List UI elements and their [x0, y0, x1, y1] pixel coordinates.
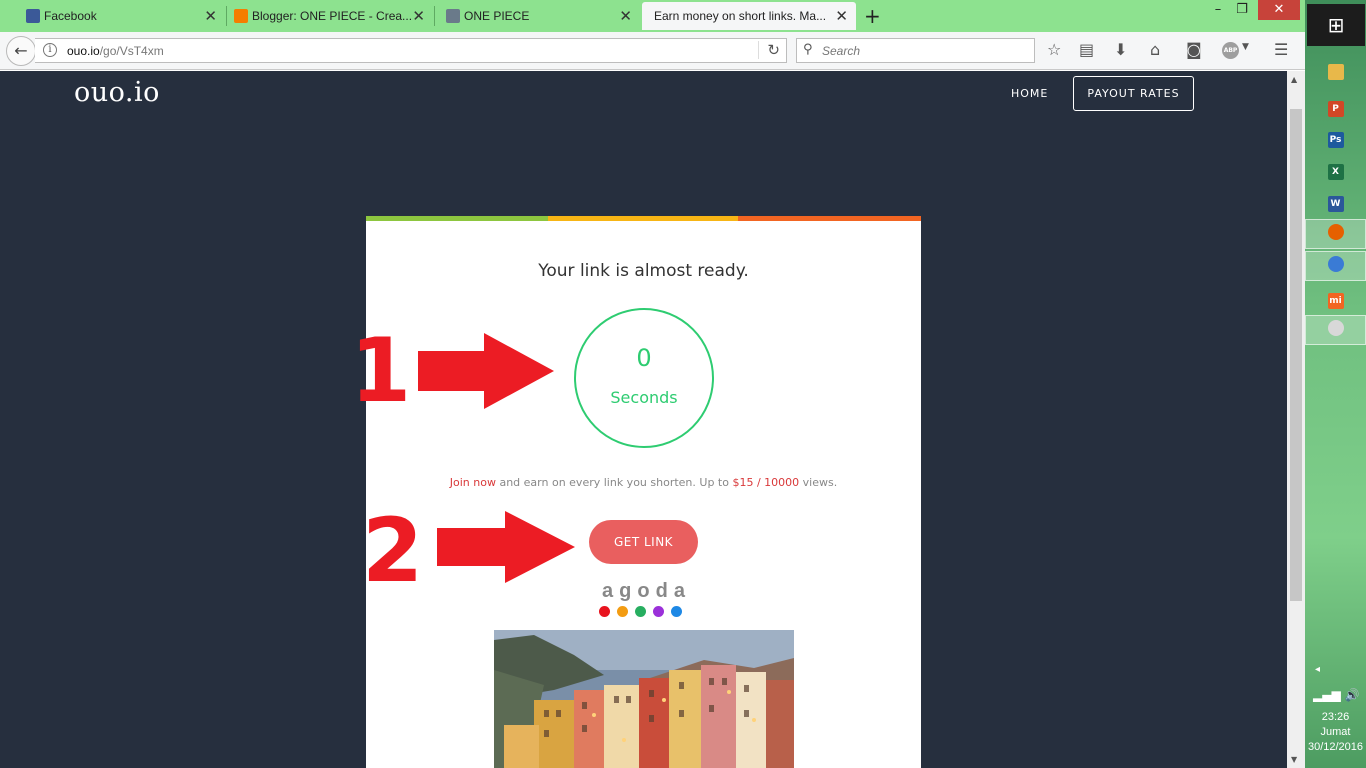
scrollbar-thumb[interactable] [1290, 109, 1302, 601]
dot-green [635, 606, 646, 617]
annotation-step-1: 1 [350, 319, 412, 422]
adblock-icon[interactable]: ABP [1222, 42, 1239, 59]
network-icon[interactable]: ▂▄▆ [1313, 688, 1341, 702]
menu-icon[interactable]: ☰ [1274, 40, 1288, 59]
clock-time: 23:26 [1321, 711, 1350, 723]
promo-end: views. [799, 476, 838, 489]
minimize-button[interactable]: – [1208, 0, 1228, 20]
reload-icon[interactable]: ↻ [758, 41, 780, 59]
tab-label: ONE PIECE [464, 9, 530, 23]
powerpoint-icon[interactable]: P [1305, 91, 1366, 121]
card-color-stripe [366, 216, 921, 221]
tab-facebook[interactable]: Facebook ✕ [20, 2, 225, 30]
browser-tab-bar: Facebook ✕ Blogger: ONE PIECE - Crea... … [0, 0, 1305, 32]
restore-button[interactable]: ❐ [1232, 0, 1252, 20]
annotation-arrow-1 [418, 333, 554, 409]
tab-blogger[interactable]: Blogger: ONE PIECE - Crea... ✕ [228, 2, 433, 30]
dot-purple [653, 606, 664, 617]
search-placeholder: Search [822, 44, 861, 58]
tab-divider [434, 6, 435, 26]
new-tab-button[interactable]: + [864, 4, 881, 28]
start-button[interactable]: ⊞ [1307, 4, 1365, 46]
url-host: ouo.io [67, 44, 100, 58]
word-icon[interactable]: W [1305, 186, 1366, 216]
clock-date: 30/12/2016 [1307, 741, 1364, 753]
tray-expand-icon[interactable]: ◂ [1315, 664, 1320, 675]
navigation-toolbar: ← i ouo.io/go/VsT4xm ↻ ⚲ Search ☆ ▤ ⬇ ⌂ … [0, 32, 1305, 70]
tray-icons: ▂▄▆ 🔊 [1313, 688, 1359, 702]
promo-text: Join now and earn on every link you shor… [366, 476, 921, 489]
ad-image-coastal-village[interactable] [494, 630, 794, 768]
link-card: Your link is almost ready. 0 Seconds Joi… [366, 216, 921, 768]
agoda-dots [599, 606, 682, 617]
chevron-down-icon[interactable]: ▼ [1242, 42, 1249, 52]
timer-unit: Seconds [610, 388, 678, 407]
pocket-icon[interactable]: ◙ [1186, 40, 1202, 59]
url-bar[interactable]: i ouo.io/go/VsT4xm ↻ [35, 38, 787, 63]
close-icon[interactable]: ✕ [412, 7, 425, 25]
paint-icon[interactable] [1305, 315, 1366, 345]
nav-home-link[interactable]: HOME [1011, 87, 1048, 100]
stripe-orange [738, 216, 921, 221]
join-now-link[interactable]: Join now [450, 476, 496, 489]
url-text: ouo.io/go/VsT4xm [67, 44, 164, 58]
photoshop-icon[interactable]: Ps [1305, 122, 1366, 152]
nav-payout-rates-button[interactable]: PAYOUT RATES [1073, 76, 1194, 111]
tab-label: Blogger: ONE PIECE - Crea... [252, 9, 413, 23]
reading-list-icon[interactable]: ▤ [1079, 40, 1094, 59]
home-icon[interactable]: ⌂ [1150, 40, 1160, 59]
dot-orange [617, 606, 628, 617]
scroll-down-icon[interactable]: ▼ [1291, 755, 1297, 764]
back-button[interactable]: ← [6, 36, 36, 66]
volume-icon[interactable]: 🔊 [1345, 688, 1360, 702]
dot-red [599, 606, 610, 617]
card-headline: Your link is almost ready. [538, 261, 749, 281]
excel-icon[interactable]: X [1305, 154, 1366, 184]
stripe-yellow [548, 216, 738, 221]
timer-value: 0 [636, 344, 652, 372]
facebook-icon [26, 9, 40, 23]
blogger-icon [234, 9, 248, 23]
dot-blue [671, 606, 682, 617]
firefox-icon[interactable] [1305, 219, 1366, 249]
tab-ouo-active[interactable]: Earn money on short links. Ma... ✕ [642, 2, 856, 30]
site-favicon-icon [446, 9, 460, 23]
chrome-icon[interactable] [1305, 251, 1366, 281]
annotation-step-2: 2 [362, 499, 424, 602]
annotation-arrow-2 [437, 511, 575, 583]
scroll-up-icon[interactable]: ▲ [1291, 75, 1297, 84]
close-icon[interactable]: ✕ [835, 7, 848, 25]
page-scrollbar[interactable]: ▲ ▼ [1287, 71, 1305, 768]
search-input[interactable]: ⚲ Search [796, 38, 1035, 63]
tab-label: Facebook [44, 9, 97, 23]
countdown-timer: 0 Seconds [574, 308, 714, 448]
close-window-button[interactable]: ✕ [1258, 0, 1300, 20]
system-clock[interactable]: 23:26 Jumat 30/12/2016 [1305, 710, 1366, 755]
agoda-ad-logo[interactable]: agoda [366, 580, 921, 603]
close-icon[interactable]: ✕ [619, 7, 632, 25]
stripe-green [366, 216, 548, 221]
promo-middle: and earn on every link you shorten. Up t… [495, 476, 733, 489]
bookmark-star-icon[interactable]: ☆ [1047, 40, 1061, 59]
tab-divider [226, 6, 227, 26]
explorer-icon[interactable] [1305, 60, 1366, 90]
promo-rate: $15 / 10000 [732, 476, 800, 489]
xiaomi-icon[interactable]: mi [1305, 283, 1366, 313]
downloads-icon[interactable]: ⬇ [1114, 40, 1127, 59]
site-logo[interactable]: ouo.io [74, 77, 160, 108]
tab-one-piece[interactable]: ONE PIECE ✕ [440, 2, 640, 30]
clock-day: Jumat [1320, 726, 1351, 738]
close-icon[interactable]: ✕ [204, 7, 217, 25]
search-icon: ⚲ [803, 42, 813, 57]
url-path: /go/VsT4xm [99, 44, 164, 58]
info-icon[interactable]: i [43, 43, 57, 57]
tab-label: Earn money on short links. Ma... [654, 9, 827, 23]
get-link-button[interactable]: GET LINK [589, 520, 698, 564]
windows-taskbar: ⊞ P Ps X W mi ◂ ▂▄▆ 🔊 23:26 Jumat 30/12/… [1305, 0, 1366, 768]
page-body: ouo.io HOME PAYOUT RATES Your link is al… [0, 71, 1287, 768]
